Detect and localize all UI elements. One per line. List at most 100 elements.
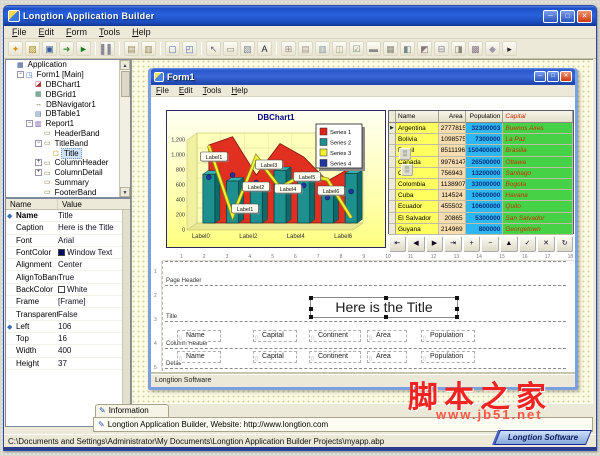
table-row[interactable]: Brazil8511196150400000Brasilia — [389, 145, 573, 156]
form-maximize-button[interactable]: □ — [547, 71, 559, 82]
prop-frame[interactable]: Frame[Frame] — [6, 296, 130, 308]
more-icon[interactable]: ▸ — [502, 41, 517, 56]
nav-insert-button[interactable]: + — [463, 236, 481, 252]
resize-handle[interactable] — [384, 315, 388, 319]
nav-first-button[interactable]: ⇤ — [389, 236, 407, 252]
frame-icon[interactable]: ▭ — [223, 41, 238, 56]
property-scrollbar[interactable] — [122, 210, 130, 426]
expand-toggle-icon[interactable]: − — [35, 140, 42, 147]
db-chart[interactable]: DBChart1 Label1Label3Label2Label5Label4L… — [166, 110, 386, 248]
lock-icon[interactable]: ◆ — [485, 41, 500, 56]
run-icon[interactable]: ► — [76, 41, 91, 56]
nav-next-button[interactable]: ▶ — [426, 236, 444, 252]
tab-information[interactable]: ✎Information — [95, 404, 169, 417]
report-field-continent[interactable]: ▯Continent — [309, 330, 361, 342]
db-table-icon[interactable]: ⊟ — [434, 41, 449, 56]
form-menu-tools[interactable]: Tools — [198, 86, 227, 95]
nav-prior-button[interactable]: ◀ — [407, 236, 425, 252]
tree-item-columnheader[interactable]: +▭ColumnHeader — [6, 158, 130, 168]
report-field-capital[interactable]: ▯Capital — [253, 351, 297, 363]
prop-transparent[interactable]: TransparentFalse — [6, 308, 130, 320]
expand-toggle-icon[interactable]: − — [17, 71, 24, 78]
report-field-population[interactable]: ▯Population — [421, 330, 475, 342]
form-close-button[interactable]: ✕ — [560, 71, 572, 82]
property-value[interactable]: [Frame] — [58, 297, 130, 306]
tree-item-columndetail[interactable]: +▭ColumnDetail — [6, 168, 130, 178]
grid-col-name[interactable]: Name — [396, 111, 439, 123]
scroll-up-icon[interactable]: ▲ — [120, 60, 130, 70]
table-row[interactable]: El Salvador208655300000San Salvador — [389, 213, 573, 224]
tree-item-form1-main[interactable]: −◳Form1 [Main] — [6, 70, 130, 80]
prop-font[interactable]: FontArial — [6, 235, 130, 247]
nav-refresh-button[interactable]: ↻ — [556, 236, 574, 252]
app-titlebar[interactable]: Longtion Application Builder ─ □ ✕ — [4, 6, 596, 26]
prop-width[interactable]: Width400 — [6, 345, 130, 357]
tree-item-dbgrid1[interactable]: ▦DBGrid1 — [6, 89, 130, 99]
property-value[interactable]: Window Text — [58, 248, 130, 257]
menu-form[interactable]: Form — [60, 27, 93, 37]
tree-item-dbchart1[interactable]: ◪DBChart1 — [6, 80, 130, 90]
report-field-capital[interactable]: ▯Capital — [253, 330, 297, 342]
query-icon[interactable]: ◨ — [451, 41, 466, 56]
graphic-field-button[interactable]: ▒ — [399, 148, 411, 160]
copy-icon[interactable]: ▤ — [124, 41, 139, 56]
property-value[interactable]: True — [58, 273, 130, 282]
save-icon[interactable]: ▣ — [42, 41, 57, 56]
prop-alignment[interactable]: AlignmentCenter — [6, 259, 130, 271]
tree-item-headerband[interactable]: ▭HeaderBand — [6, 129, 130, 139]
nav-edit-button[interactable]: ▲ — [500, 236, 518, 252]
report-field-area[interactable]: ▯Area — [367, 330, 407, 342]
property-value[interactable]: Arial — [58, 236, 130, 245]
table-row[interactable]: Cuba11452410600000Havana — [389, 190, 573, 201]
menu-help[interactable]: Help — [126, 27, 157, 37]
nav-post-button[interactable]: ✓ — [519, 236, 537, 252]
db-grid[interactable]: ▒ ▒ NameAreaPopulationCapital▶Argentina2… — [388, 110, 574, 234]
property-value[interactable]: 16 — [58, 334, 130, 343]
form-menu-help[interactable]: Help — [226, 86, 252, 95]
tree-item-report1[interactable]: −▥Report1 — [6, 119, 130, 129]
tree-scrollbar[interactable]: ▲ ▼ — [119, 60, 130, 197]
band-column-header[interactable]: Column Header ▯Name▯Capital▯Continent▯Ar… — [165, 322, 566, 349]
db-navigator-icon[interactable]: ◧ — [400, 41, 415, 56]
combo-box-icon[interactable]: ◫ — [332, 41, 347, 56]
pointer-icon[interactable]: ↖ — [206, 41, 221, 56]
resize-handle[interactable] — [455, 315, 459, 319]
grid-col-area[interactable]: Area — [439, 111, 466, 123]
tree-item-title[interactable]: ◻Title — [6, 148, 130, 158]
property-value[interactable]: False — [58, 310, 130, 319]
table-row[interactable]: ▶Argentina277781532300003Buenos Aires — [389, 123, 573, 134]
image-icon[interactable]: ▧ — [240, 41, 255, 56]
prop-fontcolor[interactable]: FontColorWindow Text — [6, 247, 130, 259]
table-row[interactable]: Ecuador45550210600000Quito — [389, 201, 573, 212]
paste-icon[interactable]: ▥ — [141, 41, 156, 56]
button-icon[interactable]: ▬ — [366, 41, 381, 56]
menu-tools[interactable]: Tools — [93, 27, 126, 37]
table-row[interactable]: Guyana214969800000Georgetown — [389, 224, 573, 235]
nav-cancel-button[interactable]: ✕ — [537, 236, 555, 252]
table-row[interactable]: Chile75694313200000Santiago — [389, 168, 573, 179]
prop-backcolor[interactable]: BackColorWhite — [6, 284, 130, 296]
new-form-icon[interactable]: ▢ — [165, 41, 180, 56]
edit-box-icon[interactable]: ⊞ — [281, 41, 296, 56]
maximize-button[interactable]: □ — [560, 10, 575, 23]
property-value[interactable]: 106 — [58, 322, 130, 331]
table-row[interactable]: Canada997614726500000Ottawa — [389, 157, 573, 168]
scroll-thumb[interactable] — [121, 71, 130, 97]
prop-left[interactable]: ◆Left106 — [6, 321, 130, 333]
resize-handle[interactable] — [455, 296, 459, 300]
property-value[interactable]: White — [58, 285, 130, 294]
form-titlebar[interactable]: Form1 ─ □ ✕ — [151, 68, 575, 85]
memo-icon[interactable]: ▤ — [298, 41, 313, 56]
expand-toggle-icon[interactable]: + — [35, 169, 42, 176]
property-value[interactable]: 400 — [58, 346, 130, 355]
property-value[interactable]: Here is the Title — [58, 223, 130, 232]
table-row[interactable]: Colombia113890733000000Bogota — [389, 179, 573, 190]
resize-handle[interactable] — [309, 307, 313, 311]
prop-name[interactable]: ◆NameTitle — [6, 210, 130, 222]
expand-toggle-icon[interactable]: − — [26, 120, 33, 127]
open-project-icon[interactable]: ▨ — [25, 41, 40, 56]
report-field-area[interactable]: ▯Area — [367, 351, 407, 363]
report-designer[interactable]: 123456789101112131415161718 12345 Page H… — [152, 253, 574, 371]
resize-handle[interactable] — [384, 296, 388, 300]
tree-item-footerband[interactable]: ▭FooterBand — [6, 187, 130, 197]
